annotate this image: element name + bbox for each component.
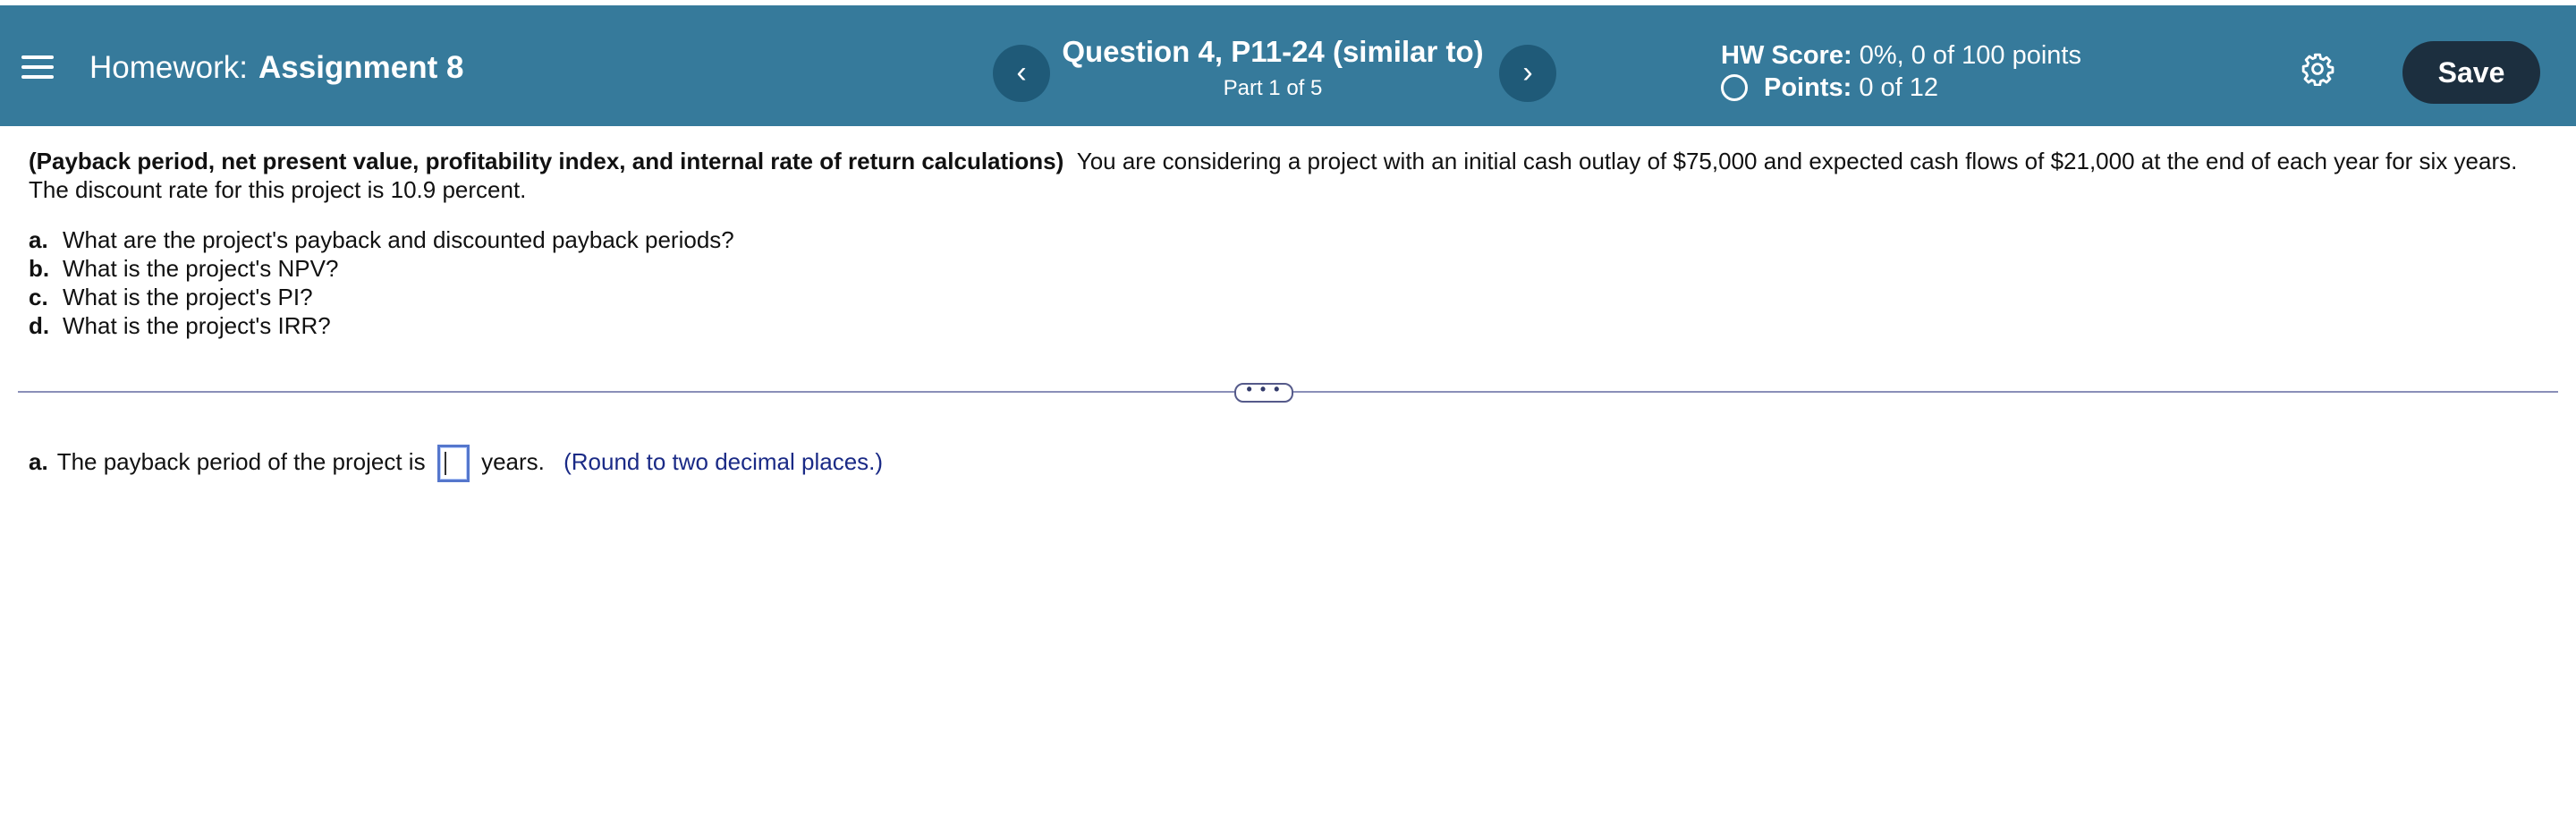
- chevron-right-icon: ›: [1522, 55, 1533, 89]
- save-button[interactable]: Save: [2402, 41, 2540, 104]
- list-item: a. What are the project's payback and dis…: [29, 226, 734, 253]
- hw-score-label: HW Score:: [1721, 41, 1852, 70]
- list-item: d. What is the project's IRR?: [29, 312, 331, 339]
- problem-title: (Payback period, net present value, prof…: [29, 148, 1064, 174]
- header-bar: Homework: Assignment 8 ‹ Question 4, P11-…: [0, 5, 2576, 126]
- hw-score: HW Score: 0%, 0 of 100 points: [1721, 39, 2081, 72]
- list-item: b. What is the project's NPV?: [29, 255, 339, 282]
- menu-icon[interactable]: [21, 55, 54, 79]
- question-part: Part 1 of 5: [1223, 76, 1323, 100]
- expand-collapse-button[interactable]: • • •: [1234, 381, 1293, 403]
- text-caret: [444, 452, 446, 476]
- hw-score-value: 0%, 0 of 100 points: [1859, 41, 2081, 70]
- payback-period-input[interactable]: [436, 445, 470, 483]
- next-question-button[interactable]: ›: [1499, 45, 1556, 102]
- points-label: Points:: [1764, 73, 1852, 102]
- gear-icon[interactable]: [2301, 52, 2334, 86]
- homework-label: Homework:: [89, 50, 248, 85]
- question-parts-list: a. What are the project's payback and dis…: [29, 225, 734, 340]
- chevron-left-icon: ‹: [1016, 55, 1027, 89]
- answer-suffix: years.: [481, 448, 545, 475]
- assignment-name: Assignment 8: [258, 50, 464, 85]
- previous-question-button[interactable]: ‹: [993, 45, 1050, 102]
- answer-prefix: The payback period of the project is: [56, 448, 426, 475]
- points-value: 0 of 12: [1859, 73, 1939, 102]
- answer-row: a. The payback period of the project is y…: [29, 444, 884, 483]
- homework-title: Homework: Assignment 8: [89, 50, 463, 86]
- rounding-hint: (Round to two decimal places.): [564, 448, 884, 475]
- question-title: Question 4, P11-24 (similar to): [1062, 35, 1484, 68]
- list-item: c. What is the project's PI?: [29, 284, 313, 310]
- status-circle-icon: [1721, 74, 1748, 101]
- problem-statement: (Payback period, net present value, prof…: [29, 147, 2551, 204]
- answer-letter: a.: [29, 448, 48, 475]
- points: Points: 0 of 12: [1721, 72, 1938, 104]
